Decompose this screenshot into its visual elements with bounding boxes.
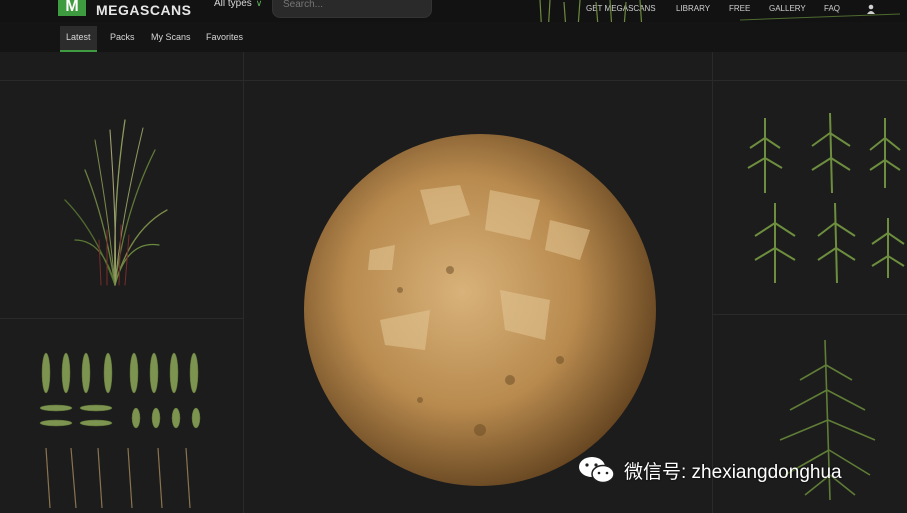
- logo-letter: M: [65, 0, 79, 15]
- top-bar: M MEGASCANS All types∨ GET MEGASCANS LIB…: [0, 0, 907, 43]
- tab-favorites[interactable]: Favorites: [200, 26, 249, 50]
- asset-tile-grass[interactable]: [55, 110, 175, 290]
- asset-tile-mud-sphere[interactable]: [300, 130, 660, 490]
- tab-latest[interactable]: Latest: [60, 26, 97, 52]
- tab-packs[interactable]: Packs: [104, 26, 141, 50]
- grid-divider: [712, 52, 713, 513]
- type-filter-label: All types: [214, 0, 252, 9]
- chevron-down-icon: ∨: [255, 0, 263, 8]
- type-filter-select[interactable]: All types ∨: [214, 0, 262, 9]
- nav-library[interactable]: LIBRARY: [676, 4, 710, 13]
- wechat-watermark: 微信号: zhexiangdonghua: [578, 455, 842, 485]
- search-input[interactable]: [283, 0, 421, 10]
- asset-tile-needles[interactable]: [36, 348, 206, 513]
- asset-tile-fir-sprigs[interactable]: [740, 108, 907, 288]
- brand-name[interactable]: MEGASCANS: [96, 2, 192, 18]
- grid-divider: [0, 80, 907, 81]
- watermark-text: 微信号: zhexiangdonghua: [624, 461, 842, 483]
- search-box[interactable]: [272, 0, 432, 18]
- megascans-logo[interactable]: M: [58, 0, 86, 16]
- grid-divider: [0, 318, 243, 319]
- wechat-icon: [579, 457, 615, 484]
- grid-divider: [243, 52, 244, 513]
- tab-my-scans[interactable]: My Scans: [145, 26, 197, 50]
- grid-divider: [712, 314, 907, 315]
